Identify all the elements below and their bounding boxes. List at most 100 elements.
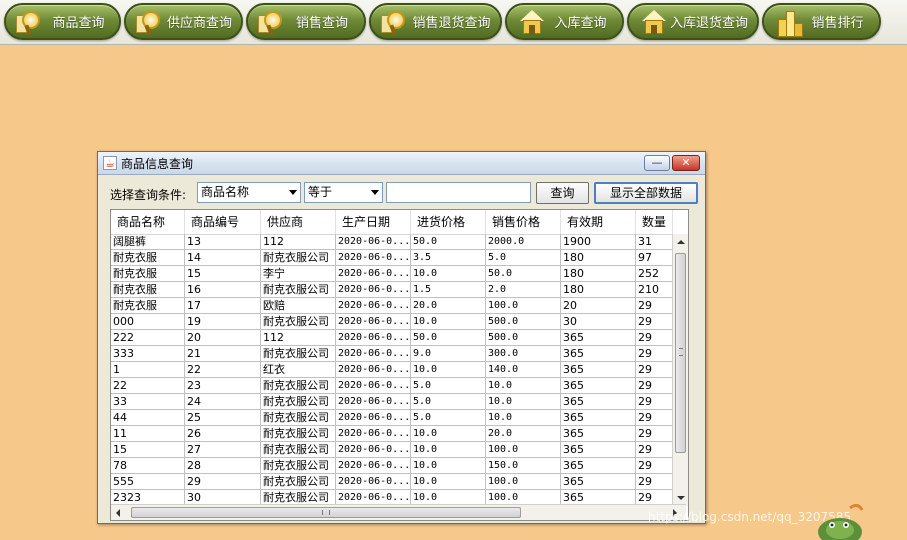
table-cell[interactable]: 2.0 bbox=[486, 282, 561, 297]
table-cell[interactable]: 2020-06-0... bbox=[336, 394, 411, 409]
table-cell[interactable]: 2020-06-0... bbox=[336, 266, 411, 281]
sales-return-query-button[interactable]: 销售退货查询 bbox=[369, 3, 502, 40]
table-cell[interactable]: 100.0 bbox=[486, 474, 561, 489]
table-cell[interactable]: 李宁 bbox=[261, 266, 336, 281]
table-cell[interactable]: 29 bbox=[636, 298, 673, 313]
table-cell[interactable]: 耐克衣服公司 bbox=[261, 442, 336, 457]
table-cell[interactable]: 10.0 bbox=[411, 442, 486, 457]
product-query-button[interactable]: 商品查询 bbox=[4, 3, 121, 40]
column-header[interactable]: 销售价格 bbox=[486, 210, 561, 234]
table-cell[interactable]: 50.0 bbox=[486, 266, 561, 281]
table-cell[interactable]: 耐克衣服公司 bbox=[261, 282, 336, 297]
table-cell[interactable]: 1900 bbox=[561, 234, 636, 249]
table-cell[interactable]: 365 bbox=[561, 362, 636, 377]
table-cell[interactable]: 29 bbox=[636, 314, 673, 329]
table-cell[interactable]: 11 bbox=[111, 426, 185, 441]
table-row[interactable]: 15 27 耐克衣服公司 2020-06-0... 10.0 100.0 365 29 bbox=[111, 442, 686, 458]
table-cell[interactable]: 140.0 bbox=[486, 362, 561, 377]
table-cell[interactable]: 365 bbox=[561, 474, 636, 489]
table-cell[interactable]: 97 bbox=[636, 250, 673, 265]
table-cell[interactable]: 耐克衣服公司 bbox=[261, 410, 336, 425]
table-cell[interactable]: 耐克衣服公司 bbox=[261, 394, 336, 409]
table-cell[interactable]: 耐克衣服公司 bbox=[261, 458, 336, 473]
column-header[interactable]: 有效期 bbox=[561, 210, 636, 234]
table-row[interactable]: 耐克衣服 16 耐克衣服公司 2020-06-0... 1.5 2.0 180 210 bbox=[111, 282, 686, 298]
scroll-down-icon[interactable] bbox=[677, 496, 685, 500]
table-cell[interactable]: 耐克衣服 bbox=[111, 250, 185, 265]
table-cell[interactable]: 29 bbox=[636, 426, 673, 441]
operator-select[interactable]: 等于 bbox=[304, 182, 383, 203]
table-cell[interactable]: 13 bbox=[185, 234, 261, 249]
table-cell[interactable]: 26 bbox=[185, 426, 261, 441]
scroll-up-icon[interactable] bbox=[677, 240, 685, 244]
table-row[interactable]: 耐克衣服 15 李宁 2020-06-0... 10.0 50.0 180 252 bbox=[111, 266, 686, 282]
table-cell[interactable]: 365 bbox=[561, 490, 636, 505]
table-cell[interactable]: 欧赔 bbox=[261, 298, 336, 313]
table-cell[interactable]: 5.0 bbox=[486, 250, 561, 265]
table-cell[interactable]: 2020-06-0... bbox=[336, 346, 411, 361]
table-cell[interactable]: 3.5 bbox=[411, 250, 486, 265]
table-row[interactable]: 阔腿裤 13 112 2020-06-0... 50.0 2000.0 1900 31 bbox=[111, 234, 686, 250]
table-cell[interactable]: 300.0 bbox=[486, 346, 561, 361]
table-cell[interactable]: 阔腿裤 bbox=[111, 234, 185, 249]
table-cell[interactable]: 2020-06-0... bbox=[336, 410, 411, 425]
table-cell[interactable]: 30 bbox=[185, 490, 261, 505]
table-cell[interactable]: 耐克衣服 bbox=[111, 266, 185, 281]
window-titlebar[interactable]: ☕ 商品信息查询 — ✕ bbox=[98, 152, 705, 175]
table-cell[interactable]: 9.0 bbox=[411, 346, 486, 361]
column-header[interactable]: 数量 bbox=[636, 210, 673, 234]
horizontal-scrollbar[interactable] bbox=[111, 504, 686, 520]
vertical-scroll-thumb[interactable] bbox=[675, 253, 686, 453]
table-cell[interactable]: 16 bbox=[185, 282, 261, 297]
table-cell[interactable]: 14 bbox=[185, 250, 261, 265]
table-cell[interactable]: 17 bbox=[185, 298, 261, 313]
table-cell[interactable]: 29 bbox=[636, 458, 673, 473]
column-header[interactable]: 供应商 bbox=[261, 210, 336, 234]
table-cell[interactable]: 25 bbox=[185, 410, 261, 425]
table-cell[interactable]: 2020-06-0... bbox=[336, 362, 411, 377]
table-cell[interactable]: 29 bbox=[636, 362, 673, 377]
table-cell[interactable]: 10.0 bbox=[411, 314, 486, 329]
table-cell[interactable]: 耐克衣服公司 bbox=[261, 314, 336, 329]
show-all-button[interactable]: 显示全部数据 bbox=[594, 182, 698, 204]
table-cell[interactable]: 10.0 bbox=[486, 410, 561, 425]
table-cell[interactable]: 365 bbox=[561, 330, 636, 345]
table-cell[interactable]: 19 bbox=[185, 314, 261, 329]
stock-in-query-button[interactable]: 入库查询 bbox=[505, 3, 624, 40]
table-cell[interactable]: 10.0 bbox=[486, 394, 561, 409]
table-cell[interactable]: 21 bbox=[185, 346, 261, 361]
table-cell[interactable]: 100.0 bbox=[486, 298, 561, 313]
table-cell[interactable]: 耐克衣服 bbox=[111, 298, 185, 313]
table-cell[interactable]: 耐克衣服公司 bbox=[261, 474, 336, 489]
column-header[interactable]: 进货价格 bbox=[411, 210, 486, 234]
table-cell[interactable]: 252 bbox=[636, 266, 673, 281]
table-cell[interactable]: 29 bbox=[636, 378, 673, 393]
table-cell[interactable]: 10.0 bbox=[411, 458, 486, 473]
table-cell[interactable]: 29 bbox=[636, 410, 673, 425]
table-cell[interactable]: 24 bbox=[185, 394, 261, 409]
minimize-button[interactable]: — bbox=[644, 155, 670, 171]
table-cell[interactable]: 31 bbox=[636, 234, 673, 249]
table-cell[interactable]: 15 bbox=[111, 442, 185, 457]
table-row[interactable]: 耐克衣服 14 耐克衣服公司 2020-06-0... 3.5 5.0 180 97 bbox=[111, 250, 686, 266]
table-cell[interactable]: 15 bbox=[185, 266, 261, 281]
table-cell[interactable]: 180 bbox=[561, 266, 636, 281]
table-cell[interactable]: 210 bbox=[636, 282, 673, 297]
table-cell[interactable]: 耐克衣服公司 bbox=[261, 346, 336, 361]
table-cell[interactable]: 20.0 bbox=[411, 298, 486, 313]
table-cell[interactable]: 555 bbox=[111, 474, 185, 489]
product-table[interactable]: 商品名称 商品编号 供应商 生产日期 进货价格 销售价格 有效期 数量 阔腿裤 1… bbox=[110, 209, 689, 521]
table-cell[interactable]: 10.0 bbox=[411, 426, 486, 441]
table-cell[interactable]: 50.0 bbox=[411, 234, 486, 249]
table-cell[interactable]: 500.0 bbox=[486, 330, 561, 345]
table-cell[interactable]: 耐克衣服公司 bbox=[261, 378, 336, 393]
table-cell[interactable]: 2020-06-0... bbox=[336, 250, 411, 265]
table-cell[interactable]: 365 bbox=[561, 346, 636, 361]
table-cell[interactable]: 2020-06-0... bbox=[336, 490, 411, 505]
field-select[interactable]: 商品名称 bbox=[197, 182, 301, 203]
table-cell[interactable]: 2020-06-0... bbox=[336, 442, 411, 457]
table-cell[interactable]: 2020-06-0... bbox=[336, 378, 411, 393]
sales-query-button[interactable]: 销售查询 bbox=[246, 3, 366, 40]
table-cell[interactable]: 29 bbox=[636, 490, 673, 505]
table-cell[interactable]: 10.0 bbox=[486, 378, 561, 393]
